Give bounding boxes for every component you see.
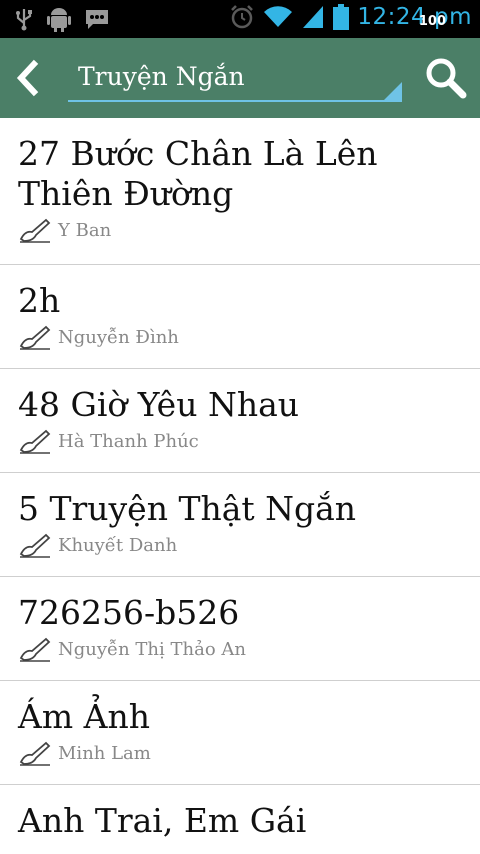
author-row: Y Ban bbox=[18, 214, 462, 250]
story-title: 27 Bước Chân Là Lên Thiên Đường bbox=[18, 134, 378, 213]
story-title: 2h bbox=[18, 281, 61, 320]
story-title: Ám Ảnh bbox=[18, 697, 150, 736]
search-button[interactable] bbox=[424, 56, 468, 100]
story-author: Khuyết Danh bbox=[58, 534, 178, 556]
story-item[interactable]: 726256-b526 Nguyễn Thị Thảo An bbox=[0, 577, 480, 681]
story-title: 5 Truyện Thật Ngắn bbox=[18, 489, 357, 528]
story-item[interactable]: 48 Giờ Yêu Nhau Hà Thanh Phúc bbox=[0, 369, 480, 473]
wifi-icon bbox=[263, 5, 293, 29]
story-title: Anh Trai, Em Gái bbox=[18, 801, 307, 840]
story-list: 27 Bước Chân Là Lên Thiên Đường Y Ban 2h… bbox=[0, 118, 480, 854]
story-author: Minh Lam bbox=[58, 742, 151, 764]
writing-hand-icon bbox=[19, 741, 51, 766]
notification-icons bbox=[14, 6, 110, 32]
story-author: Hà Thanh Phúc bbox=[58, 430, 199, 452]
battery-icon bbox=[333, 4, 350, 30]
writing-hand-icon bbox=[19, 533, 51, 558]
category-spinner[interactable]: Truyện Ngắn bbox=[68, 56, 402, 102]
writing-hand-icon bbox=[19, 218, 51, 243]
android-debug-icon bbox=[46, 6, 72, 32]
action-bar: Truyện Ngắn bbox=[0, 38, 480, 118]
category-title: Truyện Ngắn bbox=[78, 62, 245, 91]
story-item[interactable]: 27 Bước Chân Là Lên Thiên Đường Y Ban bbox=[0, 118, 480, 265]
signal-icon bbox=[301, 4, 325, 30]
usb-icon bbox=[14, 7, 34, 31]
author-row: Hà Thanh Phúc bbox=[18, 425, 462, 461]
back-arrow-icon bbox=[16, 59, 39, 97]
writing-hand-icon bbox=[19, 429, 51, 454]
author-row: Minh Lam bbox=[18, 737, 462, 773]
story-title: 726256-b526 bbox=[18, 593, 240, 632]
story-author: Y Ban bbox=[58, 219, 112, 241]
story-author: Nguyễn Đình bbox=[58, 326, 179, 348]
story-item[interactable]: Ám Ảnh Minh Lam bbox=[0, 681, 480, 785]
story-item[interactable]: 2h Nguyễn Đình bbox=[0, 265, 480, 369]
writing-hand-icon bbox=[19, 325, 51, 350]
battery-level: 100 bbox=[418, 14, 446, 29]
clock: 12:24 pm bbox=[357, 4, 472, 30]
author-row: Nguyễn Đình bbox=[18, 321, 462, 357]
story-author: Nguyễn Thị Thảo An bbox=[58, 638, 246, 660]
spinner-indicator-icon bbox=[384, 82, 402, 100]
author-row: Nguyễn Thị Thảo An bbox=[18, 633, 462, 669]
search-icon bbox=[426, 58, 467, 99]
story-title: 48 Giờ Yêu Nhau bbox=[18, 385, 299, 424]
alarm-icon bbox=[229, 4, 255, 30]
story-item[interactable]: Anh Trai, Em Gái bbox=[0, 785, 480, 854]
author-row: Khuyết Danh bbox=[18, 529, 462, 565]
story-item[interactable]: 5 Truyện Thật Ngắn Khuyết Danh bbox=[0, 473, 480, 577]
system-icons: 100 12:24 pm bbox=[229, 4, 472, 30]
writing-hand-icon bbox=[19, 637, 51, 662]
message-icon bbox=[84, 7, 110, 31]
back-button[interactable] bbox=[12, 58, 46, 98]
status-bar: 100 12:24 pm bbox=[0, 0, 480, 38]
